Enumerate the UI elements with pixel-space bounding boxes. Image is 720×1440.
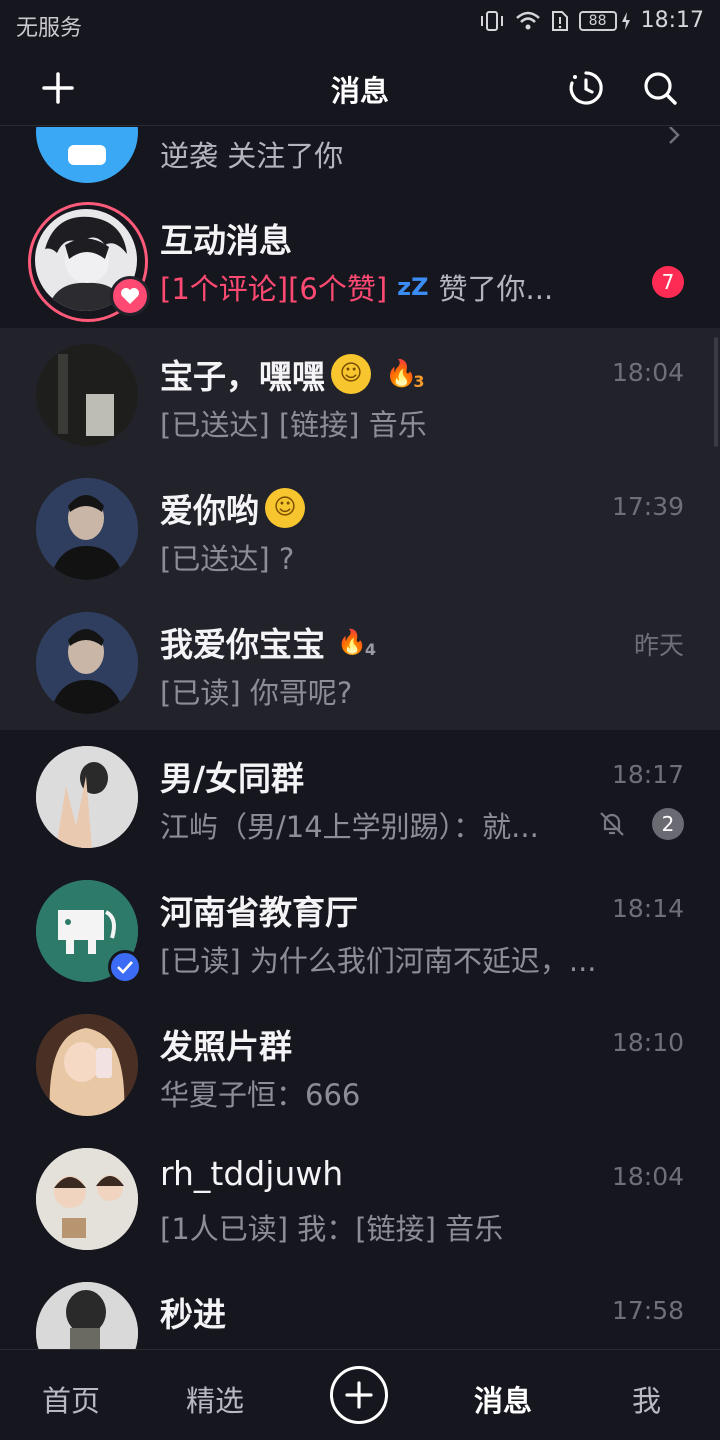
chat-name-text: 宝子，嘿嘿 <box>160 357 325 396</box>
tab-featured[interactable]: 精选 <box>186 1378 244 1420</box>
chat-row[interactable]: 男/女同群 江屿（男/14上学别踢）：就... 18:17 2 <box>0 730 720 864</box>
photo-avatar-image <box>36 746 138 848</box>
sleep-emoji-icon: zZ <box>397 273 429 301</box>
interaction-preview: [1个评论][6个赞] zZ 赞了你... <box>160 266 553 308</box>
streak-count: 3 <box>413 371 425 391</box>
chat-name: 爱你哟 ☺ <box>160 484 305 532</box>
search-icon <box>644 72 677 105</box>
plus-icon <box>345 1381 373 1409</box>
chat-avatar <box>36 344 138 446</box>
chat-preview: [1人已读] 我：[链接] 音乐 <box>160 1212 504 1246</box>
create-button[interactable] <box>330 1366 388 1424</box>
chat-row[interactable]: 爱你哟 ☺ [已送达] ? 17:39 <box>0 462 720 596</box>
check-icon <box>117 961 133 974</box>
photo-avatar-image <box>36 1014 138 1116</box>
sim-alert-icon <box>551 10 568 31</box>
vibrate-icon <box>480 10 503 31</box>
charging-icon <box>621 11 630 30</box>
bottom-nav: 首页 精选 消息 我 <box>0 1349 720 1440</box>
chat-time: 18:04 <box>611 358 684 387</box>
follower-preview: 逆袭 关注了你 <box>160 139 344 173</box>
new-follower-row[interactable]: 逆袭 关注了你 <box>0 127 720 199</box>
user-add-icon <box>68 145 106 165</box>
chat-preview: [已送达] [链接] 音乐 <box>160 408 427 442</box>
verified-badge <box>108 950 142 984</box>
chat-row[interactable]: 宝子，嘿嘿 ☺ 🔥 3 [已送达] [链接] 音乐 18:04 <box>0 328 720 462</box>
top-nav: 消息 <box>0 50 720 126</box>
chat-time: 昨天 <box>633 631 684 660</box>
search-button[interactable] <box>638 66 682 110</box>
scrollbar[interactable] <box>714 337 718 447</box>
streak-count: 4 <box>364 639 377 659</box>
status-icons: 88 18:17 <box>479 8 704 33</box>
wifi-icon <box>515 11 540 29</box>
chat-row[interactable]: 发照片群 华夏子恒：666 18:10 <box>0 998 720 1132</box>
chat-name: 秒进 <box>160 1295 226 1334</box>
chat-row[interactable]: 秒进 17:58 <box>0 1266 720 1349</box>
chat-name-text: 我爱你宝宝 <box>160 625 325 664</box>
photo-avatar-image <box>36 1282 138 1349</box>
chat-time: 18:14 <box>611 894 684 923</box>
chat-row[interactable]: rh_tddjuwh [1人已读] 我：[链接] 音乐 18:04 <box>0 1132 720 1266</box>
photo-avatar-image <box>36 344 138 446</box>
interaction-liked-text: 赞了你... <box>438 272 554 306</box>
chat-name: 河南省教育厅 <box>160 893 358 932</box>
mute-bell-icon <box>600 812 624 836</box>
clock: 18:17 <box>640 8 704 33</box>
fire-streak-icon: 🔥 <box>337 628 367 656</box>
photo-avatar-image <box>36 478 138 580</box>
chat-name: 宝子，嘿嘿 ☺ 🔥 3 <box>160 350 425 398</box>
chat-preview: 江屿（男/14上学别踢）：就... <box>160 810 539 844</box>
chat-row[interactable]: 河南省教育厅 [已读] 为什么我们河南不延迟，... 18:14 <box>0 864 720 998</box>
chat-avatar <box>36 746 138 848</box>
battery-indicator: 88 <box>578 10 631 31</box>
chat-time: 18:17 <box>611 760 684 789</box>
chat-avatar <box>36 612 138 714</box>
chat-preview: [已读] 为什么我们河南不延迟，... <box>160 944 597 978</box>
chat-time: 18:04 <box>611 1162 684 1191</box>
chat-avatar <box>36 1282 138 1349</box>
page-title: 消息 <box>330 74 389 108</box>
battery-level: 88 <box>578 10 617 31</box>
message-list[interactable]: 逆袭 关注了你 互动消息 [1个评论][6个赞] zZ 赞了你... 7 宝子，… <box>0 127 720 1349</box>
follower-avatar <box>36 127 138 183</box>
chat-name: 男/女同群 <box>160 759 305 798</box>
chat-time: 17:58 <box>611 1296 684 1325</box>
carrier-label: 无服务 <box>16 16 83 41</box>
history-icon <box>569 71 603 105</box>
chevron-right-icon <box>669 127 680 144</box>
chat-avatar <box>36 1014 138 1116</box>
tab-messages[interactable]: 消息 <box>474 1378 532 1420</box>
chat-name: rh_tddjuwh <box>160 1154 344 1193</box>
photo-avatar-image <box>36 1148 138 1250</box>
history-button[interactable] <box>564 66 608 110</box>
grin-emoji-icon: ☺ <box>331 354 371 394</box>
tab-home[interactable]: 首页 <box>42 1378 100 1420</box>
heart-icon <box>121 288 139 304</box>
chat-avatar <box>36 1148 138 1250</box>
heart-badge <box>110 276 150 316</box>
chat-name: 我爱你宝宝 🔥 4 <box>160 618 376 666</box>
chat-preview: 华夏子恒：666 <box>160 1078 361 1112</box>
chat-name-text: 爱你哟 <box>160 491 259 530</box>
chat-time: 17:39 <box>611 492 684 521</box>
smile-emoji-icon: ☺ <box>265 488 305 528</box>
tab-me[interactable]: 我 <box>632 1378 661 1420</box>
unread-badge: 2 <box>652 808 684 840</box>
chat-name: 发照片群 <box>160 1027 292 1066</box>
status-bar: 无服务 88 18:17 <box>0 0 720 50</box>
interaction-title: 互动消息 <box>160 221 292 260</box>
chat-preview: [已读] 你哥呢? <box>160 676 353 710</box>
interaction-messages-row[interactable]: 互动消息 [1个评论][6个赞] zZ 赞了你... 7 <box>0 194 720 328</box>
chat-preview: [已送达] ? <box>160 542 295 576</box>
chat-time: 18:10 <box>611 1028 684 1057</box>
interaction-counts: [1个评论][6个赞] <box>160 272 388 306</box>
chat-row[interactable]: 我爱你宝宝 🔥 4 [已读] 你哥呢? 昨天 <box>0 596 720 730</box>
photo-avatar-image <box>36 612 138 714</box>
unread-badge: 7 <box>652 266 684 298</box>
chat-avatar <box>36 478 138 580</box>
